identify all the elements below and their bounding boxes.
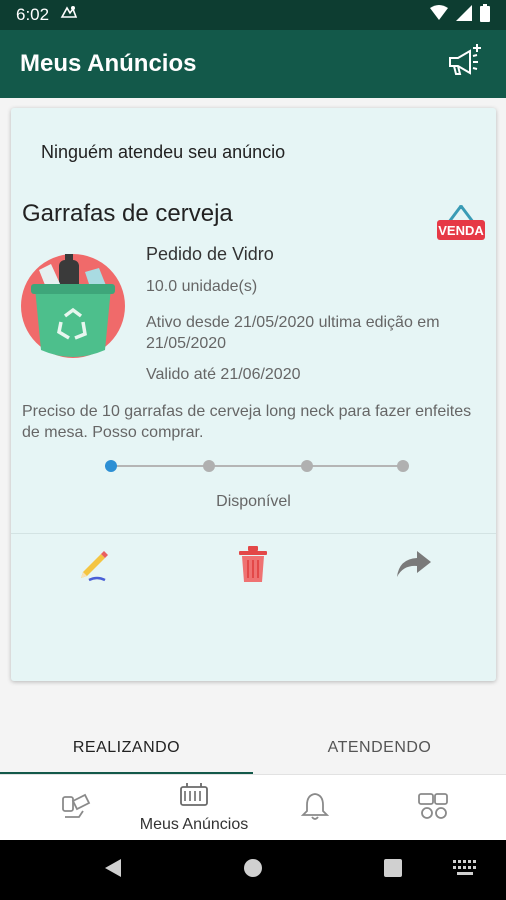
status-time: 6:02 (16, 5, 50, 24)
home-circle-icon (243, 858, 263, 883)
system-navigation-bar (0, 840, 506, 900)
recents-button[interactable] (376, 840, 410, 900)
ad-note: Ninguém atendeu seu anúncio (41, 142, 286, 162)
glass-recycle-icon (21, 254, 125, 358)
wifi-icon (430, 4, 448, 26)
ad-status: Disponível (216, 493, 291, 510)
content-area: Ninguém atendeu seu anúncio Garrafas de … (0, 98, 506, 722)
ad-title: Garrafas de cerveja (22, 200, 233, 227)
progress-stepper (105, 458, 409, 474)
ad-valid-until: Valido até 21/06/2020 (146, 366, 301, 383)
nav-item-recycle[interactable] (12, 775, 138, 841)
bell-icon (300, 791, 330, 826)
ad-description: Preciso de 10 garrafas de cerveja long n… (22, 403, 472, 441)
app-bar: Meus Anúncios (0, 30, 506, 98)
recents-square-icon (384, 858, 402, 882)
progress-step (105, 460, 117, 472)
pencil-icon (75, 546, 111, 587)
nav-item-meus-anuncios[interactable]: Meus Anúncios (131, 775, 257, 841)
share-arrow-icon (395, 549, 433, 584)
page-title: Meus Anúncios (20, 50, 197, 77)
sale-badge: VENDA (435, 204, 487, 244)
battery-icon (480, 3, 490, 27)
edit-button[interactable] (71, 544, 115, 588)
trash-icon (237, 545, 269, 588)
status-bar: 6:02 (0, 0, 506, 30)
bottom-navigation: Meus Anúncios (0, 774, 506, 840)
signal-icon (456, 4, 472, 26)
ad-active-since: Ativo desde 21/05/2020 ultima edição em … (146, 314, 440, 352)
tab-atendendo[interactable]: ATENDENDO (253, 722, 506, 774)
new-announcement-button[interactable] (442, 42, 486, 86)
tab-realizando[interactable]: REALIZANDO (0, 722, 253, 774)
sale-badge-label: VENDA (438, 223, 484, 238)
ad-category: Pedido de Vidro (146, 244, 274, 264)
ad-card[interactable]: Ninguém atendeu seu anúncio Garrafas de … (11, 108, 496, 681)
announcements-icon (179, 782, 209, 814)
nav-label: Meus Anúncios (139, 815, 249, 833)
card-actions (11, 534, 496, 596)
nav-item-offers[interactable] (370, 775, 496, 841)
notification-icon (59, 3, 79, 28)
progress-step (397, 460, 409, 472)
delete-button[interactable] (231, 544, 275, 588)
progress-line (105, 465, 403, 467)
ad-tabs: REALIZANDO ATENDENDO (0, 722, 506, 774)
back-button[interactable] (96, 840, 130, 900)
ad-quantity: 10.0 unidade(s) (146, 278, 258, 295)
recycle-items-icon (59, 791, 91, 826)
home-button[interactable] (236, 840, 270, 900)
megaphone-add-icon (444, 42, 484, 87)
keyboard-icon (453, 859, 477, 881)
back-triangle-icon (103, 857, 123, 884)
share-button[interactable] (392, 544, 436, 588)
progress-step (301, 460, 313, 472)
offers-icon (417, 791, 449, 826)
nav-item-notifications[interactable] (252, 775, 378, 841)
progress-step (203, 460, 215, 472)
keyboard-button[interactable] (448, 840, 482, 900)
